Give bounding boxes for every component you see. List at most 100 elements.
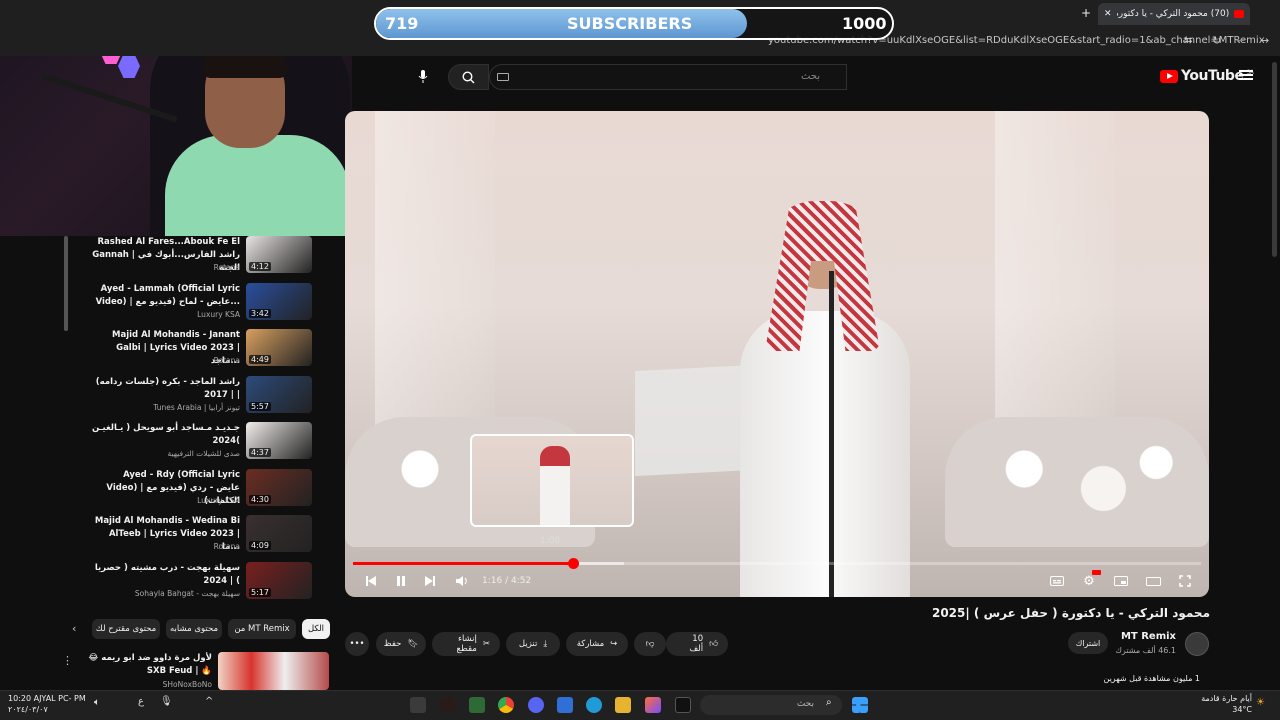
miniplayer-button[interactable] — [1112, 572, 1130, 590]
keyboard-icon[interactable] — [497, 73, 509, 81]
subscribers-current: 719 — [385, 14, 419, 33]
playlist-item[interactable]: 4:37 جـديـد مـساجد أبو سويحل ( يـالغيـن 2… — [72, 422, 318, 467]
playlist-title[interactable]: سهيلة بهجت - درب مشيته ( حصريا ) | 2024 — [90, 562, 240, 588]
download-label: تنزيل — [518, 639, 538, 649]
browser-tab-active[interactable]: (70) محمود التركي - يا دكتورة ✕ — [1098, 3, 1250, 25]
playlist-thumbnail[interactable]: 4:37 — [246, 422, 312, 459]
playlist-item[interactable]: 4:12 Rashed Al Fares...Abouk Fe El Gannah… — [72, 236, 318, 281]
pause-button[interactable] — [392, 572, 410, 590]
singer-thobe — [740, 311, 910, 597]
subscribe-button[interactable]: اشتراك — [1068, 632, 1108, 654]
time-display: 1:16 / 4:52 — [482, 576, 532, 586]
search-icon — [462, 70, 475, 83]
recommended-more-icon[interactable]: ⋮ — [62, 654, 73, 667]
share-button[interactable]: ↪ مشاركة — [566, 632, 628, 656]
taskbar-app-obs-icon[interactable] — [440, 697, 456, 713]
playlist-thumbnail[interactable]: 4:12 — [246, 236, 312, 273]
new-tab-icon[interactable]: + — [1081, 6, 1091, 20]
chip-all[interactable]: الكل — [302, 619, 330, 639]
clip-button[interactable]: ✂ إنشاء مقطع — [432, 632, 500, 656]
taskbar-app-tools-icon[interactable] — [410, 697, 426, 713]
like-count: 10 ألف — [689, 634, 704, 654]
recommended-thumbnail[interactable] — [218, 652, 329, 690]
progress-bar[interactable] — [353, 558, 1201, 569]
speaker-icon[interactable]: 🔈︎ — [94, 697, 100, 708]
playlist-item[interactable]: 4:09 Majid Al Mohandis - Wedina Bi AlTeeb… — [72, 515, 318, 560]
volume-button[interactable] — [452, 572, 470, 590]
playlist-thumbnail[interactable]: 5:17 — [246, 561, 312, 599]
taskbar-edge-icon[interactable] — [586, 697, 602, 713]
theater-mode-button[interactable] — [1144, 572, 1162, 590]
playlist-thumbnail[interactable]: 4:49 — [246, 329, 312, 366]
thumbs-down-icon: 👎︎ — [645, 639, 655, 649]
recommended-title[interactable]: لأول مرة داوو ضد ابو ريمه 😂🔥 | SXB Feud — [84, 652, 212, 678]
playlist-title[interactable]: Ayed - Lammah (Official Lyric Video) | ع… — [90, 283, 240, 309]
chip-from-channel[interactable]: من MT Remix — [228, 619, 296, 639]
taskbar-copilot-icon[interactable] — [645, 697, 661, 713]
search-button[interactable] — [448, 64, 489, 90]
playlist-item[interactable]: 4:49 Majid Al Mohandis - Janant Galbi | L… — [72, 329, 318, 374]
menu-icon[interactable] — [1239, 70, 1253, 80]
more-actions-button[interactable]: ••• — [345, 632, 369, 656]
taskbar-weather[interactable]: أيام حارة قادمة 34°C — [1190, 693, 1252, 715]
playlist-scrollbar[interactable] — [64, 236, 68, 331]
previous-button[interactable] — [362, 572, 380, 590]
playlist-channel: Rotana — [213, 542, 240, 551]
windows-taskbar — [0, 690, 1280, 720]
voice-search-icon[interactable] — [412, 66, 434, 88]
settings-button[interactable]: ⚙ — [1080, 570, 1101, 590]
playlist-duration: 4:37 — [249, 448, 271, 457]
forward-icon[interactable]: ← — [1236, 34, 1245, 47]
taskbar-app-excel-icon[interactable] — [469, 697, 485, 713]
weather-temp: 34°C — [1232, 705, 1252, 714]
taskbar-chrome-icon[interactable] — [498, 697, 514, 713]
tray-expand-icon[interactable]: ^ — [205, 696, 213, 707]
keyboard-language-icon[interactable]: ع — [138, 696, 144, 707]
weather-text: أيام حارة قادمة — [1201, 694, 1252, 703]
playlist-item[interactable]: 3:42 Ayed - Lammah (Official Lyric Video)… — [72, 282, 318, 328]
chips-scroll-left-icon[interactable]: ‹ — [72, 622, 76, 635]
taskbar-clock[interactable]: 10:20 AJYAL PC- PM ٢٠٢٤/٠٣/٠٧ — [8, 693, 88, 715]
cast-icon[interactable]: ⇆ — [1184, 35, 1192, 46]
close-tab-icon[interactable]: ✕ — [1104, 9, 1112, 19]
like-button[interactable]: 👍︎ 10 ألف — [666, 632, 728, 656]
playlist-item[interactable]: 5:57 راشد الماجد - بكره (جلسات ردامه) | 2… — [72, 375, 318, 421]
page-scrollbar[interactable] — [1272, 62, 1277, 257]
back-icon[interactable]: → — [1260, 34, 1269, 47]
save-button[interactable]: 🔖︎ حفظ — [376, 632, 426, 656]
reload-icon[interactable]: ↻ — [1212, 34, 1221, 47]
taskbar-search[interactable]: بحث — [700, 695, 842, 715]
playlist-thumbnail[interactable]: 5:57 — [246, 375, 312, 413]
share-label: مشاركة — [576, 639, 605, 649]
search-input[interactable]: بحث — [489, 64, 847, 90]
playlist-channel: Sohayla Bahgat - سهيلة بهجت — [134, 588, 240, 598]
dislike-button[interactable]: 👎︎ — [634, 632, 666, 656]
fullscreen-button[interactable] — [1176, 572, 1194, 590]
microphone-icon[interactable]: 🎙︎ — [160, 696, 173, 707]
download-button[interactable]: ⤓ تنزيل — [506, 632, 560, 656]
taskbar-store-icon[interactable] — [557, 697, 573, 713]
subtitles-button[interactable] — [1048, 572, 1066, 590]
playlist-thumbnail[interactable]: 3:42 — [246, 282, 312, 320]
taskbar-terminal-icon[interactable] — [675, 697, 691, 713]
subscribers-label: SUBSCRIBERS — [567, 14, 693, 33]
tab-title: (70) محمود التركي - يا دكتورة — [1116, 9, 1230, 19]
fullscreen-icon — [1179, 575, 1191, 587]
channel-avatar[interactable] — [1185, 632, 1209, 656]
taskbar-discord-icon[interactable] — [528, 697, 544, 713]
next-button[interactable] — [421, 572, 439, 590]
chip-similar[interactable]: محتوى مشابه — [166, 619, 222, 639]
channel-name[interactable]: MT Remix — [1100, 631, 1176, 642]
playlist-thumbnail[interactable]: 4:30 — [246, 468, 312, 506]
subscribers-goal: 1000 — [842, 14, 887, 33]
playlist-item[interactable]: 5:17 سهيلة بهجت - درب مشيته ( حصريا ) | 2… — [72, 561, 318, 607]
theater-icon — [1145, 576, 1161, 586]
taskbar-explorer-icon[interactable] — [615, 697, 631, 713]
playlist-title[interactable]: راشد الماجد - بكره (جلسات ردامه) | 2017 … — [90, 376, 240, 402]
playlist-thumbnail[interactable]: 4:09 — [246, 515, 312, 552]
playlist-item[interactable]: 4:30 Ayed - Rdy (Official Lyric Video) | … — [72, 468, 318, 514]
chip-suggested[interactable]: محتوى مقترح لك — [92, 619, 160, 639]
playlist-duration: 5:57 — [249, 401, 271, 411]
playlist-duration: 4:09 — [249, 541, 271, 550]
playlist-title[interactable]: جـديـد مـساجد أبو سويحل ( يـالغيـن 2024( — [90, 422, 240, 448]
